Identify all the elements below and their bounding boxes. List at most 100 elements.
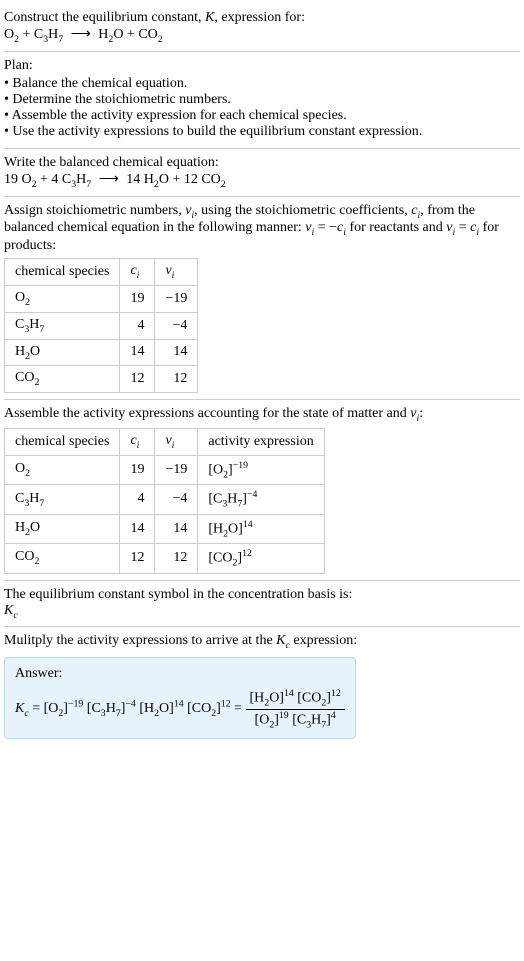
cell-species: CO2 xyxy=(5,544,120,573)
kc-symbol: Kc xyxy=(4,603,18,618)
col-c: ci xyxy=(120,259,155,286)
table-row: H2O 14 14 xyxy=(5,339,198,366)
cell-species: H2O xyxy=(5,514,120,543)
kc-symbol-section: The equilibrium constant symbol in the c… xyxy=(4,581,520,628)
intro-equation: O2 + C3H7 ⟶ H2O + CO2 xyxy=(4,27,163,42)
cell-nu: 12 xyxy=(155,366,198,393)
intro-plus: + C xyxy=(19,27,43,42)
intro-k: K xyxy=(205,10,214,25)
stoich-t1: Assign stoichiometric numbers, xyxy=(4,203,185,218)
table-row: CO2 12 12 xyxy=(5,366,198,393)
kc-text: The equilibrium constant symbol in the c… xyxy=(4,587,352,602)
cell-species: C3H7 xyxy=(5,485,120,514)
cell-species: H2O xyxy=(5,339,120,366)
bal-h: H xyxy=(76,172,86,187)
fraction-numerator: [H2O]14 [CO2]12 xyxy=(246,688,345,709)
bal-19o: 19 O xyxy=(4,172,32,187)
act-t1: Assemble the activity expressions accoun… xyxy=(4,406,410,421)
bal-14h: 14 H xyxy=(126,172,154,187)
cell-c: 4 xyxy=(120,312,155,339)
intro-h7: 7 xyxy=(58,34,63,45)
intro-h: H xyxy=(48,27,58,42)
stoich-t2: , using the stoichiometric coefficients, xyxy=(194,203,411,218)
table-header-row: chemical species ci νi xyxy=(5,259,198,286)
cell-species: O2 xyxy=(5,455,120,484)
bal-oplus12: O + 12 CO xyxy=(159,172,221,187)
col-nu: νi xyxy=(155,428,198,455)
table-row: CO2 12 12 [CO2]12 xyxy=(5,544,325,573)
answer-fraction: [H2O]14 [CO2]12 [O2]19 [C3H7]4 xyxy=(246,688,345,730)
cell-nu: 12 xyxy=(155,544,198,573)
stoich-table: chemical species ci νi O2 19 −19 C3H7 4 … xyxy=(4,258,198,393)
col-activity: activity expression xyxy=(198,428,324,455)
col-species: chemical species xyxy=(5,428,120,455)
col-c: ci xyxy=(120,428,155,455)
intro-rhs-o: O + CO xyxy=(113,27,157,42)
table-header-row: chemical species ci νi activity expressi… xyxy=(5,428,325,455)
cell-c: 14 xyxy=(120,514,155,543)
cell-c: 4 xyxy=(120,485,155,514)
stoich-t4: for reactants and xyxy=(346,220,446,235)
intro-rhs-co2: 2 xyxy=(158,34,163,45)
cell-nu: −19 xyxy=(155,455,198,484)
cell-nu: −4 xyxy=(155,312,198,339)
table-row: C3H7 4 −4 [C3H7]−4 xyxy=(5,485,325,514)
cell-species: O2 xyxy=(5,285,120,312)
stoich-section: Assign stoichiometric numbers, νi , using… xyxy=(4,197,520,401)
cell-c: 19 xyxy=(120,285,155,312)
plan-item: Use the activity expressions to build th… xyxy=(4,124,520,140)
activity-section: Assemble the activity expressions accoun… xyxy=(4,400,520,580)
col-nu: νi xyxy=(155,259,198,286)
plan-item: Balance the chemical equation. xyxy=(4,76,520,92)
cell-nu: 14 xyxy=(155,339,198,366)
intro-text: Construct the equilibrium constant, K, e… xyxy=(4,10,305,25)
answer-box: Answer: Kc = [O2]−19 [C3H7]−4 [H2O]14 [C… xyxy=(4,657,356,739)
act-t2: : xyxy=(419,406,423,421)
answer-label: Answer: xyxy=(15,666,345,682)
cell-species: CO2 xyxy=(5,366,120,393)
balanced-section: Write the balanced chemical equation: 19… xyxy=(4,149,520,197)
cell-species: C3H7 xyxy=(5,312,120,339)
cell-activity: [CO2]12 xyxy=(198,544,324,573)
arrow-icon: ⟶ xyxy=(95,172,123,187)
arrow-icon: ⟶ xyxy=(67,27,95,42)
bal-plus4: + 4 C xyxy=(37,172,72,187)
cell-c: 19 xyxy=(120,455,155,484)
cell-c: 12 xyxy=(120,366,155,393)
cell-c: 12 xyxy=(120,544,155,573)
intro-rhs-h: H xyxy=(98,27,108,42)
stoich-text: Assign stoichiometric numbers, νi, using… xyxy=(4,203,499,254)
plan-list: Balance the chemical equation. Determine… xyxy=(4,76,520,140)
table-row: O2 19 −19 [O2]−19 xyxy=(5,455,325,484)
cell-nu: −4 xyxy=(155,485,198,514)
intro-line1: Construct the equilibrium constant, xyxy=(4,10,205,25)
bal-h7-sub: 7 xyxy=(86,179,91,190)
plan-item: Determine the stoichiometric numbers. xyxy=(4,92,520,108)
answer-equation: Kc = [O2]−19 [C3H7]−4 [H2O]14 [CO2]12 = … xyxy=(15,701,345,716)
cell-activity: [O2]−19 xyxy=(198,455,324,484)
cell-activity: [C3H7]−4 xyxy=(198,485,324,514)
intro-o2: O xyxy=(4,27,14,42)
col-species: chemical species xyxy=(5,259,120,286)
fraction-denominator: [O2]19 [C3H7]4 xyxy=(246,710,345,730)
activity-text: Assemble the activity expressions accoun… xyxy=(4,406,423,421)
cell-c: 14 xyxy=(120,339,155,366)
cell-nu: −19 xyxy=(155,285,198,312)
balanced-equation: 19 O2 + 4 C3H7 ⟶ 14 H2O + 12 CO2 xyxy=(4,172,226,187)
plan-title: Plan: xyxy=(4,58,33,73)
table-row: O2 19 −19 xyxy=(5,285,198,312)
plan-item: Assemble the activity expression for eac… xyxy=(4,108,520,124)
multiply-section: Mulitply the activity expressions to arr… xyxy=(4,627,520,745)
cell-nu: 14 xyxy=(155,514,198,543)
table-row: C3H7 4 −4 xyxy=(5,312,198,339)
cell-activity: [H2O]14 xyxy=(198,514,324,543)
multiply-text: Mulitply the activity expressions to arr… xyxy=(4,633,357,648)
intro-line1b: , expression for: xyxy=(214,10,305,25)
stoich-eq2: = xyxy=(455,220,470,235)
balanced-title: Write the balanced chemical equation: xyxy=(4,155,219,170)
stoich-eq1: = − xyxy=(314,220,337,235)
plan-section: Plan: Balance the chemical equation. Det… xyxy=(4,52,520,149)
activity-table: chemical species ci νi activity expressi… xyxy=(4,428,325,574)
intro-section: Construct the equilibrium constant, K, e… xyxy=(4,4,520,52)
table-row: H2O 14 14 [H2O]14 xyxy=(5,514,325,543)
